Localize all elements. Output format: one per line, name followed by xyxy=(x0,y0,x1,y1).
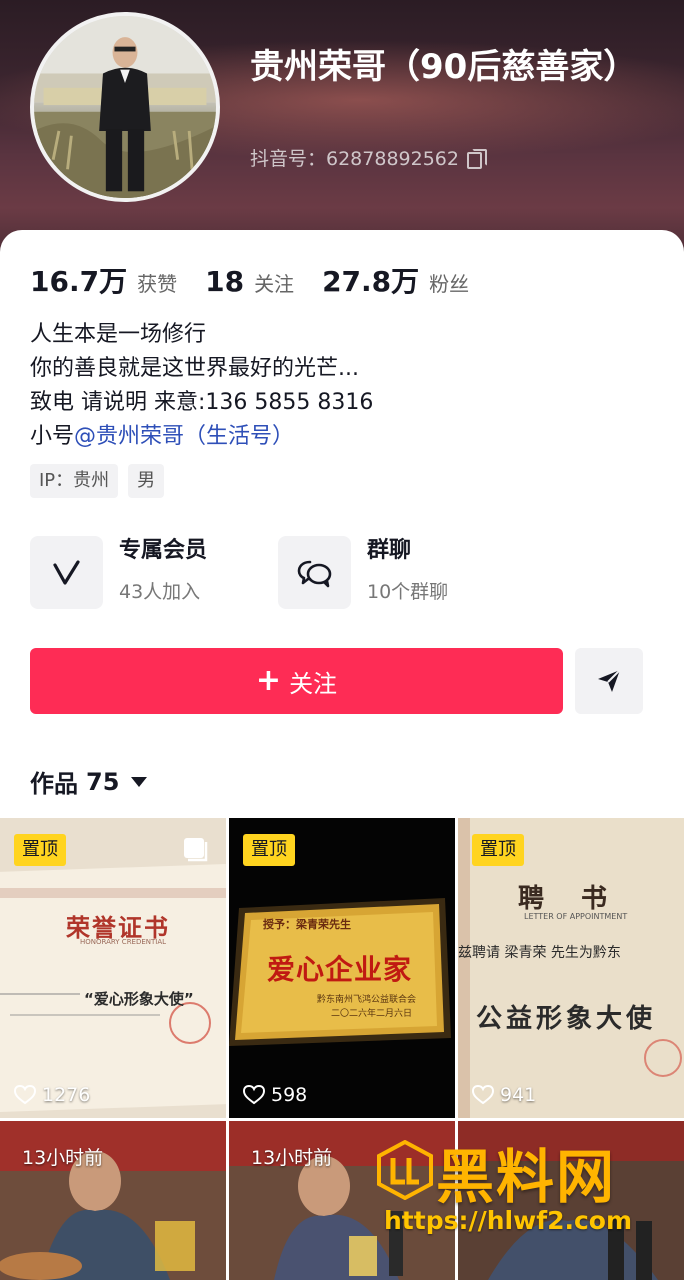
profile-name: 贵州荣哥（90后慈善家） xyxy=(250,47,638,87)
secondary-account-link[interactable]: @贵州荣哥（生活号） xyxy=(74,424,294,449)
group-chat-entry[interactable]: 群聊 10个群聊 xyxy=(278,536,448,609)
stat-following[interactable]: 18 关注 xyxy=(205,265,294,298)
bio-line: 致电 请说明 来意:136 5855 8316 xyxy=(30,390,374,415)
bio-prefix: 小号 xyxy=(30,424,75,449)
chat-bubbles-icon xyxy=(278,536,351,609)
profile-header: 贵州荣哥（90后慈善家） 抖音号：62878892562 xyxy=(0,0,684,260)
plaque-date: 二〇二六年二月六日 xyxy=(331,1009,413,1019)
member-title: 专属会员 xyxy=(119,538,208,563)
stat-likes[interactable]: 16.7万 获赞 xyxy=(30,260,177,300)
watermark-logo xyxy=(377,1140,433,1200)
stat-following-number: 18 xyxy=(205,265,245,298)
avatar[interactable] xyxy=(30,12,220,202)
works-label: 作品 xyxy=(30,770,78,798)
letter-title: 聘 书 xyxy=(518,884,622,914)
works-tab[interactable]: 作品 75 xyxy=(30,764,148,799)
like-count-text: 598 xyxy=(271,1084,308,1106)
stat-followers-number: 27.8万 xyxy=(322,265,420,298)
vip-v-icon xyxy=(30,536,103,609)
douyin-id-text: 抖音号：62878892562 xyxy=(250,148,459,170)
heart-icon xyxy=(243,1085,265,1105)
like-count: 598 xyxy=(243,1084,307,1106)
like-count: 941 xyxy=(472,1084,536,1106)
pinned-badge: 置顶 xyxy=(243,834,295,866)
video-tile[interactable]: 授予：梁青荣先生 爱心企业家 黔东南州飞鸿公益联合会 二〇二六年二月六日 置顶 … xyxy=(229,818,455,1118)
stat-likes-label: 获赞 xyxy=(137,272,178,296)
send-arrow-icon xyxy=(598,669,621,692)
letter-line: 兹聘请 梁青荣 先生为黔东 xyxy=(458,945,621,961)
stat-followers[interactable]: 27.8万 粉丝 xyxy=(322,260,469,300)
share-button[interactable] xyxy=(575,648,643,714)
video-tile[interactable]: 13小时前 xyxy=(0,1121,226,1280)
pinned-badge: 置顶 xyxy=(14,834,66,866)
chevron-down-icon xyxy=(131,776,148,787)
tag-ip-location: IP：贵州 xyxy=(30,464,119,498)
multi-image-icon xyxy=(184,838,208,862)
member-count: 43人加入 xyxy=(119,581,201,603)
heart-icon xyxy=(14,1085,36,1105)
post-time: 13小时前 xyxy=(251,1147,333,1169)
watermark-text: 黑料网 xyxy=(436,1143,617,1211)
like-count-text: 1276 xyxy=(42,1084,91,1106)
douyin-id[interactable]: 抖音号：62878892562 xyxy=(250,144,487,171)
group-count: 10个群聊 xyxy=(367,581,449,603)
features-row: 专属会员 43人加入 群聊 10个群聊 xyxy=(30,536,670,610)
avatar-photo xyxy=(34,16,216,198)
tags-row: IP：贵州 男 xyxy=(30,464,165,498)
cert-subtitle: HONORARY CREDENTIAL xyxy=(80,938,167,946)
plaque-header: 授予：梁青荣先生 xyxy=(263,918,351,931)
video-tile[interactable]: 荣誉证书 HONORARY CREDENTIAL “爱心形象大使” 置顶 127… xyxy=(0,818,226,1118)
member-entry[interactable]: 专属会员 43人加入 xyxy=(30,536,207,609)
bio-line: 你的善良就是这世界最好的光芒... xyxy=(30,356,359,381)
like-count: 1276 xyxy=(14,1084,90,1106)
tag-gender: 男 xyxy=(128,464,165,498)
bio-line: 小号@贵州荣哥（生活号） xyxy=(30,420,373,454)
letter-role: 公益形象大使 xyxy=(476,1004,657,1034)
plus-icon: + xyxy=(255,663,282,698)
copy-icon[interactable] xyxy=(466,148,487,169)
watermark-url: https://hlwf2.com xyxy=(384,1206,633,1235)
letter-subtitle: LETTER OF APPOINTMENT xyxy=(524,912,628,921)
heart-icon xyxy=(472,1085,494,1105)
bio-line: 人生本是一场修行 xyxy=(30,322,207,347)
video-tile[interactable]: 聘 书 LETTER OF APPOINTMENT 兹聘请 梁青荣 先生为黔东 … xyxy=(458,818,684,1118)
plaque-org: 黔东南州飞鸿公益联合会 xyxy=(317,995,417,1005)
group-title: 群聊 xyxy=(367,538,412,563)
post-time: 13小时前 xyxy=(22,1147,104,1169)
pinned-badge: 置顶 xyxy=(472,834,524,866)
follow-label: 关注 xyxy=(289,669,338,698)
stat-likes-number: 16.7万 xyxy=(30,265,128,298)
cert-role: “爱心形象大使” xyxy=(84,990,194,1008)
plaque-title: 爱心企业家 xyxy=(267,953,413,986)
bio: 人生本是一场修行 你的善良就是这世界最好的光芒... 致电 请说明 来意:136… xyxy=(30,318,373,454)
stat-following-label: 关注 xyxy=(254,272,295,296)
like-count-text: 941 xyxy=(500,1084,537,1106)
stat-followers-label: 粉丝 xyxy=(429,272,470,296)
follow-button[interactable]: + 关注 xyxy=(30,648,563,714)
stats-row: 16.7万 获赞 18 关注 27.8万 粉丝 xyxy=(30,260,497,300)
works-count: 75 xyxy=(86,767,120,796)
